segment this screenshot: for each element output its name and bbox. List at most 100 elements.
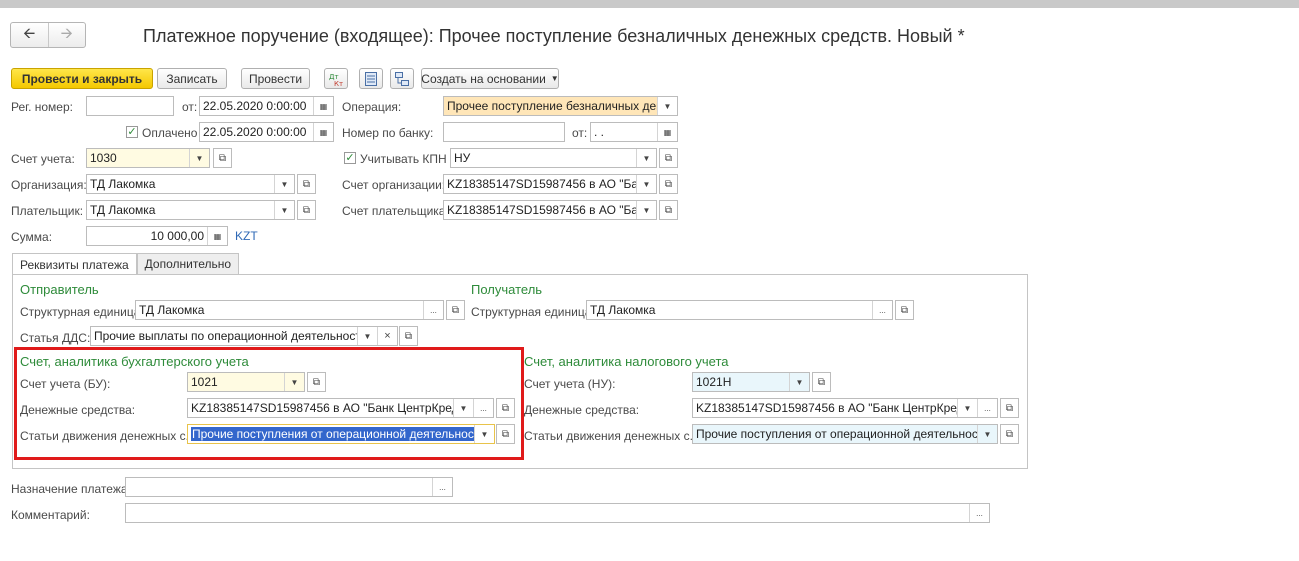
- more-icon[interactable]: ...: [969, 504, 989, 522]
- org-account-select[interactable]: KZ18385147SD15987456 в АО "Банк ▼: [443, 174, 657, 194]
- chevron-down-icon[interactable]: ▼: [957, 399, 977, 417]
- report-list-icon[interactable]: [359, 68, 383, 89]
- chevron-down-icon[interactable]: ▼: [274, 175, 294, 193]
- bu-flow-label: Статьи движения денежных с...: [20, 429, 196, 443]
- dds-label: Статья ДДС:: [20, 331, 91, 345]
- bank-date-input[interactable]: . . ▦: [590, 122, 678, 142]
- open-icon[interactable]: ⧉: [659, 148, 678, 168]
- forward-arrow-icon[interactable]: 🡪: [47, 23, 86, 47]
- paid-label: Оплачено: [142, 126, 198, 140]
- comment-input[interactable]: ...: [125, 503, 990, 523]
- chevron-down-icon[interactable]: ▼: [357, 327, 377, 345]
- save-button[interactable]: Записать: [157, 68, 227, 89]
- open-icon[interactable]: ⧉: [297, 174, 316, 194]
- open-icon[interactable]: ⧉: [1000, 424, 1019, 444]
- reg-number-label: Рег. номер:: [11, 100, 73, 114]
- payer-account-select[interactable]: KZ18385147SD15987456 в АО "Банк ▼: [443, 200, 657, 220]
- nu-flow-select[interactable]: Прочие поступления от операционной деяте…: [692, 424, 998, 444]
- more-icon[interactable]: ...: [872, 301, 892, 319]
- sum-input[interactable]: 10 000,00 ▦: [86, 226, 228, 246]
- dt-kt-entries-icon[interactable]: Дт Кт: [324, 68, 348, 89]
- open-icon[interactable]: ⧉: [1000, 398, 1019, 418]
- date-from-label: от:: [182, 100, 198, 114]
- date-input[interactable]: 22.05.2020 0:00:00 ▦: [199, 96, 334, 116]
- calendar-icon[interactable]: ▦: [313, 123, 333, 141]
- bank-number-input[interactable]: [443, 122, 565, 142]
- back-arrow-icon[interactable]: 🡨: [11, 23, 48, 47]
- chevron-down-icon[interactable]: ▼: [789, 373, 809, 391]
- organization-select[interactable]: ТД Лакомка ▼: [86, 174, 295, 194]
- more-icon[interactable]: ...: [473, 399, 493, 417]
- chevron-down-icon[interactable]: ▼: [636, 175, 656, 193]
- more-icon[interactable]: ...: [432, 478, 452, 496]
- nu-money-select[interactable]: KZ18385147SD15987456 в АО "Банк ЦентрКре…: [692, 398, 998, 418]
- more-icon[interactable]: ...: [977, 399, 997, 417]
- reg-number-input[interactable]: [86, 96, 174, 116]
- chevron-down-icon[interactable]: ▼: [636, 201, 656, 219]
- bu-flow-select[interactable]: Прочие поступления от операционной деяте…: [187, 424, 495, 444]
- chevron-down-icon[interactable]: ▼: [453, 399, 473, 417]
- paid-date-input[interactable]: 22.05.2020 0:00:00 ▦: [199, 122, 334, 142]
- organization-label: Организация:: [11, 178, 87, 192]
- tab-bar: Реквизиты платежа Дополнительно: [12, 253, 240, 275]
- purpose-input[interactable]: ...: [125, 477, 453, 497]
- account-select[interactable]: 1030 ▼: [86, 148, 210, 168]
- tab-payment-details[interactable]: Реквизиты платежа: [12, 253, 137, 275]
- open-icon[interactable]: ⧉: [812, 372, 831, 392]
- bu-money-label: Денежные средства:: [20, 403, 136, 417]
- open-icon[interactable]: ⧉: [297, 200, 316, 220]
- purpose-label: Назначение платежа:: [11, 482, 131, 496]
- open-icon[interactable]: ⧉: [895, 300, 914, 320]
- chevron-down-icon[interactable]: ▼: [189, 149, 209, 167]
- bu-money-select[interactable]: KZ18385147SD15987456 в АО "Банк ЦентрКре…: [187, 398, 494, 418]
- open-icon[interactable]: ⧉: [496, 424, 515, 444]
- bu-group-title: Счет, аналитика бухгалтерского учета: [20, 354, 249, 369]
- clear-icon[interactable]: ×: [377, 327, 397, 345]
- bank-number-label: Номер по банку:: [342, 126, 434, 140]
- sender-unit-label: Структурная единица:: [20, 305, 144, 319]
- open-icon[interactable]: ⧉: [399, 326, 418, 346]
- open-icon[interactable]: ⧉: [659, 200, 678, 220]
- more-icon[interactable]: ...: [423, 301, 443, 319]
- calendar-icon[interactable]: ▦: [313, 97, 333, 115]
- open-icon[interactable]: ⧉: [446, 300, 465, 320]
- nu-money-label: Денежные средства:: [524, 403, 640, 417]
- post-and-close-button[interactable]: Провести и закрыть: [11, 68, 153, 89]
- svg-text:Кт: Кт: [334, 80, 343, 87]
- receiver-unit-select[interactable]: ТД Лакомка ...: [586, 300, 893, 320]
- open-icon[interactable]: ⧉: [307, 372, 326, 392]
- currency-link[interactable]: KZT: [235, 229, 258, 243]
- kpn-checkbox[interactable]: ✓: [344, 152, 356, 164]
- nu-group-title: Счет, аналитика налогового учета: [524, 354, 729, 369]
- calculator-icon[interactable]: ▦: [207, 227, 227, 245]
- receiver-group-title: Получатель: [471, 282, 543, 297]
- create-based-on-dropdown[interactable]: Создать на основании ▼: [421, 68, 559, 89]
- sender-unit-select[interactable]: ТД Лакомка ...: [135, 300, 444, 320]
- payer-select[interactable]: ТД Лакомка ▼: [86, 200, 295, 220]
- create-based-label: Создать на основании: [421, 71, 546, 86]
- calendar-icon[interactable]: ▦: [657, 123, 677, 141]
- kpn-label: Учитывать КПН: [360, 152, 447, 166]
- chevron-down-icon[interactable]: ▼: [284, 373, 304, 391]
- chevron-down-icon[interactable]: ▼: [636, 149, 656, 167]
- chevron-down-icon[interactable]: ▼: [977, 425, 997, 443]
- open-icon[interactable]: ⧉: [659, 174, 678, 194]
- chevron-down-icon[interactable]: ▼: [657, 97, 677, 115]
- post-button[interactable]: Провести: [241, 68, 310, 89]
- open-icon[interactable]: ⧉: [213, 148, 232, 168]
- nu-account-select[interactable]: 1021Н ▼: [692, 372, 810, 392]
- dds-select[interactable]: Прочие выплаты по операционной деятельно…: [90, 326, 398, 346]
- receiver-unit-label: Структурная единица:: [471, 305, 595, 319]
- bu-flow-selected-text: Прочие поступления от операционной деяте…: [191, 427, 474, 441]
- chevron-down-icon[interactable]: ▼: [474, 425, 494, 443]
- paid-checkbox[interactable]: ✓: [126, 126, 138, 138]
- open-icon[interactable]: ⧉: [496, 398, 515, 418]
- tab-additional[interactable]: Дополнительно: [136, 253, 240, 274]
- kpn-select[interactable]: НУ ▼: [450, 148, 657, 168]
- org-account-label: Счет организации:: [342, 178, 446, 192]
- bu-account-select[interactable]: 1021 ▼: [187, 372, 305, 392]
- chevron-down-icon[interactable]: ▼: [274, 201, 294, 219]
- structure-subordination-icon[interactable]: [390, 68, 414, 89]
- sender-group-title: Отправитель: [20, 282, 99, 297]
- operation-select[interactable]: Прочее поступление безналичных денеж ▼: [443, 96, 678, 116]
